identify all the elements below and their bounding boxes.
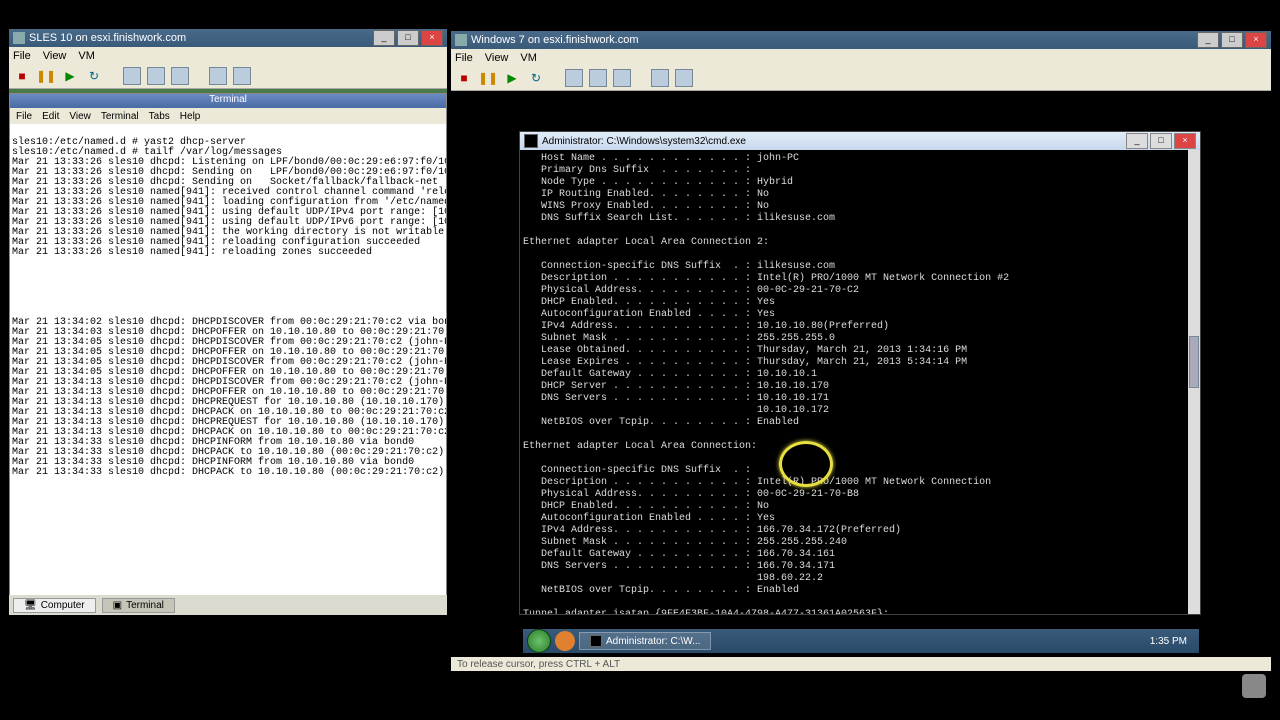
- taskbar-computer[interactable]: 🖥 Computer: [13, 598, 96, 613]
- menu-vm[interactable]: VM: [78, 50, 95, 62]
- toolbar-icon[interactable]: [171, 67, 189, 85]
- stop-icon[interactable]: ■: [13, 67, 31, 85]
- play-icon[interactable]: ▶: [61, 67, 79, 85]
- menu-view[interactable]: View: [43, 50, 67, 62]
- toolbar-icon[interactable]: [651, 69, 669, 87]
- taskbar-cmd[interactable]: Administrator: C:\W...: [579, 632, 711, 650]
- sles-titlebar[interactable]: SLES 10 on esxi.finishwork.com _ □ ×: [9, 29, 447, 47]
- toolbar-icon[interactable]: [675, 69, 693, 87]
- toolbar-icon[interactable]: [613, 69, 631, 87]
- toolbar-icon[interactable]: [589, 69, 607, 87]
- win7-taskbar[interactable]: Administrator: C:\W... 1:35 PM: [523, 629, 1199, 653]
- cmd-icon: [590, 635, 602, 647]
- maximize-button[interactable]: □: [1221, 32, 1243, 48]
- status-text: To release cursor, press CTRL + ALT: [457, 659, 620, 670]
- sles-menubar[interactable]: File View VM: [9, 47, 447, 64]
- vm-icon: [13, 32, 25, 44]
- firefox-icon[interactable]: [555, 631, 575, 651]
- terminal-window[interactable]: Terminal File Edit View Terminal Tabs He…: [9, 93, 447, 605]
- cmd-minimize-button[interactable]: _: [1126, 133, 1148, 149]
- term-menu-terminal[interactable]: Terminal: [101, 111, 139, 122]
- win7-menubar[interactable]: File View VM: [451, 49, 1271, 66]
- cmd-scrollbar[interactable]: [1188, 150, 1200, 614]
- cmd-close-button[interactable]: ×: [1174, 133, 1196, 149]
- toolbar-icon[interactable]: [233, 67, 251, 85]
- cmd-title-text: Administrator: C:\Windows\system32\cmd.e…: [542, 136, 746, 147]
- term-menu-tabs[interactable]: Tabs: [149, 111, 170, 122]
- pause-icon[interactable]: ❚❚: [479, 69, 497, 87]
- sles-vm-window: SLES 10 on esxi.finishwork.com _ □ × Fil…: [8, 28, 448, 616]
- taskbar-terminal[interactable]: ▣ Terminal: [102, 598, 175, 613]
- toolbar-icon[interactable]: [123, 67, 141, 85]
- toolbar-icon[interactable]: [209, 67, 227, 85]
- cmd-maximize-button[interactable]: □: [1150, 133, 1172, 149]
- cmd-icon: [524, 134, 538, 148]
- sles-toolbar: ■ ❚❚ ▶ ↻: [9, 64, 447, 89]
- clock-text: 1:35 PM: [1150, 636, 1187, 647]
- win7-statusbar: To release cursor, press CTRL + ALT: [451, 657, 1271, 671]
- term-menu-file[interactable]: File: [16, 111, 32, 122]
- terminal-output[interactable]: sles10:/etc/named.d # yast2 dhcp-server …: [10, 124, 446, 604]
- term-menu-help[interactable]: Help: [180, 111, 201, 122]
- menu-vm[interactable]: VM: [520, 52, 537, 64]
- minimize-button[interactable]: _: [1197, 32, 1219, 48]
- play-icon[interactable]: ▶: [503, 69, 521, 87]
- toolbar-icon[interactable]: [147, 67, 165, 85]
- terminal-titlebar[interactable]: Terminal: [10, 94, 446, 108]
- menu-file[interactable]: File: [455, 52, 473, 64]
- sles-title: SLES 10 on esxi.finishwork.com: [29, 32, 371, 44]
- sles-desktop: Terminal File Edit View Terminal Tabs He…: [9, 89, 447, 615]
- vm-icon: [455, 34, 467, 46]
- maximize-button[interactable]: □: [397, 30, 419, 46]
- minimize-button[interactable]: _: [373, 30, 395, 46]
- term-menu-view[interactable]: View: [69, 111, 91, 122]
- close-button[interactable]: ×: [421, 30, 443, 46]
- menu-file[interactable]: File: [13, 50, 31, 62]
- win7-title: Windows 7 on esxi.finishwork.com: [471, 34, 1195, 46]
- win7-guest-screen[interactable]: Administrator: C:\Windows\system32\cmd.e…: [451, 91, 1271, 657]
- scrollbar-thumb[interactable]: [1189, 336, 1199, 388]
- recording-indicator: [1234, 674, 1274, 714]
- win7-toolbar: ■ ❚❚ ▶ ↻: [451, 66, 1271, 91]
- computer-icon: 🖥: [24, 600, 37, 611]
- start-button[interactable]: [527, 629, 551, 653]
- close-button[interactable]: ×: [1245, 32, 1267, 48]
- cmd-output[interactable]: Host Name . . . . . . . . . . . . : john…: [520, 150, 1200, 614]
- toolbar-icon[interactable]: [565, 69, 583, 87]
- pause-icon[interactable]: ❚❚: [37, 67, 55, 85]
- terminal-icon: ▣: [113, 600, 122, 611]
- terminal-menubar[interactable]: File Edit View Terminal Tabs Help: [10, 108, 446, 124]
- sles-guest-screen[interactable]: Terminal File Edit View Terminal Tabs He…: [9, 89, 447, 615]
- term-menu-edit[interactable]: Edit: [42, 111, 59, 122]
- sles-taskbar[interactable]: 🖥 Computer ▣ Terminal: [9, 595, 447, 615]
- reset-icon[interactable]: ↻: [85, 67, 103, 85]
- menu-view[interactable]: View: [485, 52, 509, 64]
- reset-icon[interactable]: ↻: [527, 69, 545, 87]
- cmd-titlebar[interactable]: Administrator: C:\Windows\system32\cmd.e…: [520, 132, 1200, 150]
- taskbar-terminal-label: Terminal: [126, 600, 164, 611]
- cmd-window[interactable]: Administrator: C:\Windows\system32\cmd.e…: [519, 131, 1201, 615]
- taskbar-cmd-label: Administrator: C:\W...: [606, 636, 700, 647]
- stop-icon[interactable]: ■: [455, 69, 473, 87]
- taskbar-clock[interactable]: 1:35 PM: [1124, 636, 1195, 647]
- taskbar-computer-label: Computer: [41, 600, 85, 611]
- win7-titlebar[interactable]: Windows 7 on esxi.finishwork.com _ □ ×: [451, 31, 1271, 49]
- win7-vm-window: Windows 7 on esxi.finishwork.com _ □ × F…: [450, 30, 1272, 672]
